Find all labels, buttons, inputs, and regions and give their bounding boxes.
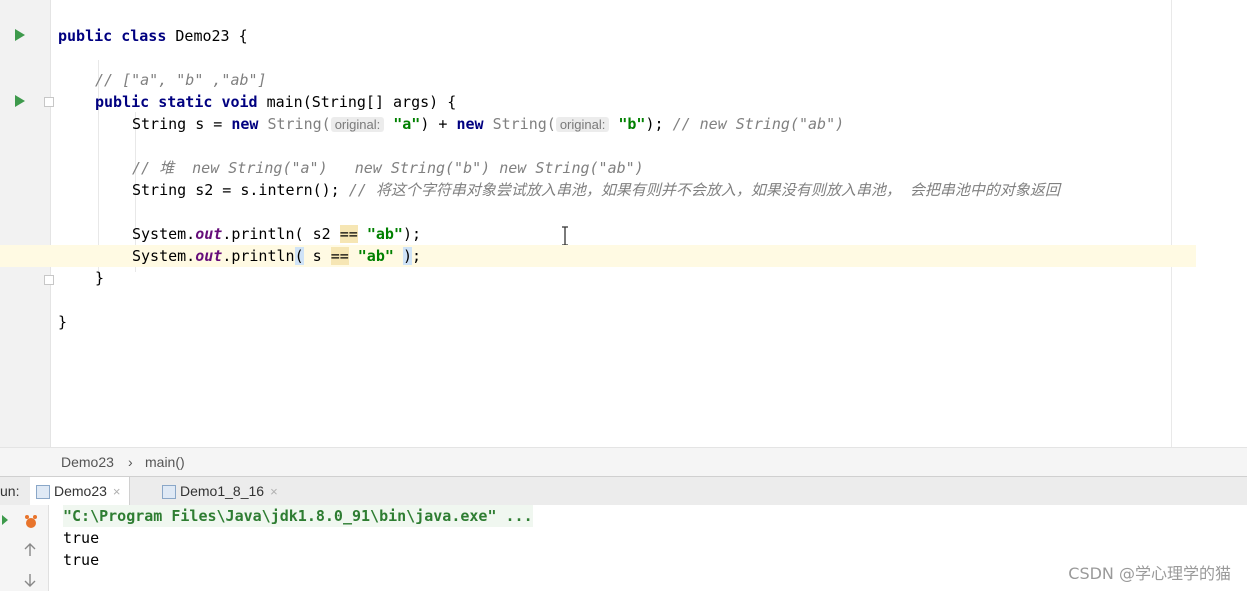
keyword: new <box>231 115 259 133</box>
inline-comment: // new String("ab") <box>672 115 845 133</box>
code-line-class-decl[interactable]: public class Demo23 { <box>58 25 248 47</box>
text-cursor-icon <box>562 226 568 246</box>
keyword: static <box>158 93 213 111</box>
equality-operator: == <box>339 225 358 243</box>
breadcrumb-separator: › <box>128 454 133 470</box>
close-icon[interactable]: × <box>270 484 278 499</box>
code-text: .println <box>222 247 295 265</box>
inline-comment: // 将这个字符串对象尝试放入串池，如果有则并不会放入，如果没有则放入串池， 会… <box>348 181 1060 199</box>
code-text: ; <box>411 247 421 265</box>
watermark: CSDN @学心理学的猫 <box>1068 564 1231 583</box>
code-line-println-s2[interactable]: System.out.println( s2 == "ab"); <box>132 223 421 245</box>
string-literal: "a" <box>393 115 421 133</box>
console-tab-icon <box>36 485 50 499</box>
tab-label: Demo1_8_16 <box>180 483 265 499</box>
code-editor[interactable]: public class Demo23 { // ["a", "b" ,"ab"… <box>0 0 1196 447</box>
string-literal: "ab" <box>357 247 394 265</box>
run-tool-window-header: un: Demo23 × Demo1_8_16 × <box>0 476 1247 506</box>
console-output-line: true <box>63 529 100 547</box>
code-line-current[interactable]: System.out.println( s == "ab" ); <box>0 245 1196 267</box>
run-class-icon[interactable] <box>15 29 25 41</box>
debug-bug-icon[interactable] <box>22 513 40 531</box>
class-name: Demo23 { <box>166 27 248 45</box>
string-literal: "ab" <box>366 225 403 243</box>
code-text: String( <box>483 115 556 133</box>
scroll-down-icon[interactable] <box>24 573 36 587</box>
method-signature: main(String[] args) { <box>257 93 457 111</box>
console-output-line: true <box>63 551 100 569</box>
console-tab-icon <box>162 485 176 499</box>
keyword: class <box>121 27 167 45</box>
scroll-up-icon[interactable] <box>24 543 36 557</box>
breadcrumb: Demo23 › main() <box>0 447 1247 476</box>
code-text: System. <box>132 225 196 243</box>
run-main-icon[interactable] <box>15 95 25 107</box>
breadcrumb-class[interactable]: Demo23 <box>61 454 114 470</box>
run-label: un: <box>0 483 20 499</box>
code-text: .println( s2 <box>222 225 340 243</box>
code-text: ); <box>645 115 673 133</box>
code-text: System. <box>132 247 196 265</box>
parameter-hint: original: <box>555 117 610 132</box>
static-field: out <box>195 247 223 265</box>
matched-paren: ) <box>402 247 412 265</box>
code-text: String( <box>258 115 331 133</box>
code-line-close-method[interactable]: } <box>95 267 104 289</box>
keyword: public <box>95 93 150 111</box>
code-line-comment[interactable]: // ["a", "b" ,"ab"] <box>95 69 267 91</box>
tab-label: Demo23 <box>54 483 107 499</box>
right-margin-line <box>1171 0 1172 447</box>
tab-demo1-8-16[interactable]: Demo1_8_16 × <box>156 477 286 505</box>
code-line-string-s[interactable]: String s = new String(original: "a") + n… <box>132 113 844 135</box>
code-text: ) + <box>420 115 457 133</box>
rerun-icon[interactable] <box>2 515 8 525</box>
editor-gutter <box>0 0 54 447</box>
breadcrumb-method[interactable]: main() <box>145 454 185 470</box>
code-text: String s2 = s.intern(); <box>132 181 349 199</box>
code-line-close-class[interactable]: } <box>58 311 67 333</box>
console-toolbar <box>0 505 49 591</box>
keyword: public <box>58 27 113 45</box>
keyword: void <box>221 93 258 111</box>
code-line-comment-heap[interactable]: // 堆 new String("a") new String("b") new… <box>132 157 644 179</box>
run-console[interactable]: "C:\Program Files\Java\jdk1.8.0_91\bin\j… <box>0 505 1247 591</box>
close-icon[interactable]: × <box>113 484 121 499</box>
code-line-intern[interactable]: String s2 = s.intern(); // 将这个字符串对象尝试放入串… <box>132 179 1060 201</box>
string-literal: "b" <box>618 115 646 133</box>
code-text: s <box>303 247 331 265</box>
code-text: String s = <box>132 115 232 133</box>
code-line-method-decl[interactable]: public static void main(String[] args) { <box>95 91 456 113</box>
static-field: out <box>195 225 223 243</box>
matched-paren: ( <box>294 247 304 265</box>
parameter-hint: original: <box>330 117 385 132</box>
keyword: new <box>456 115 484 133</box>
console-command-line: "C:\Program Files\Java\jdk1.8.0_91\bin\j… <box>63 505 533 527</box>
tab-demo23[interactable]: Demo23 × <box>30 477 130 505</box>
equality-operator: == <box>330 247 349 265</box>
code-text: ); <box>402 225 421 243</box>
